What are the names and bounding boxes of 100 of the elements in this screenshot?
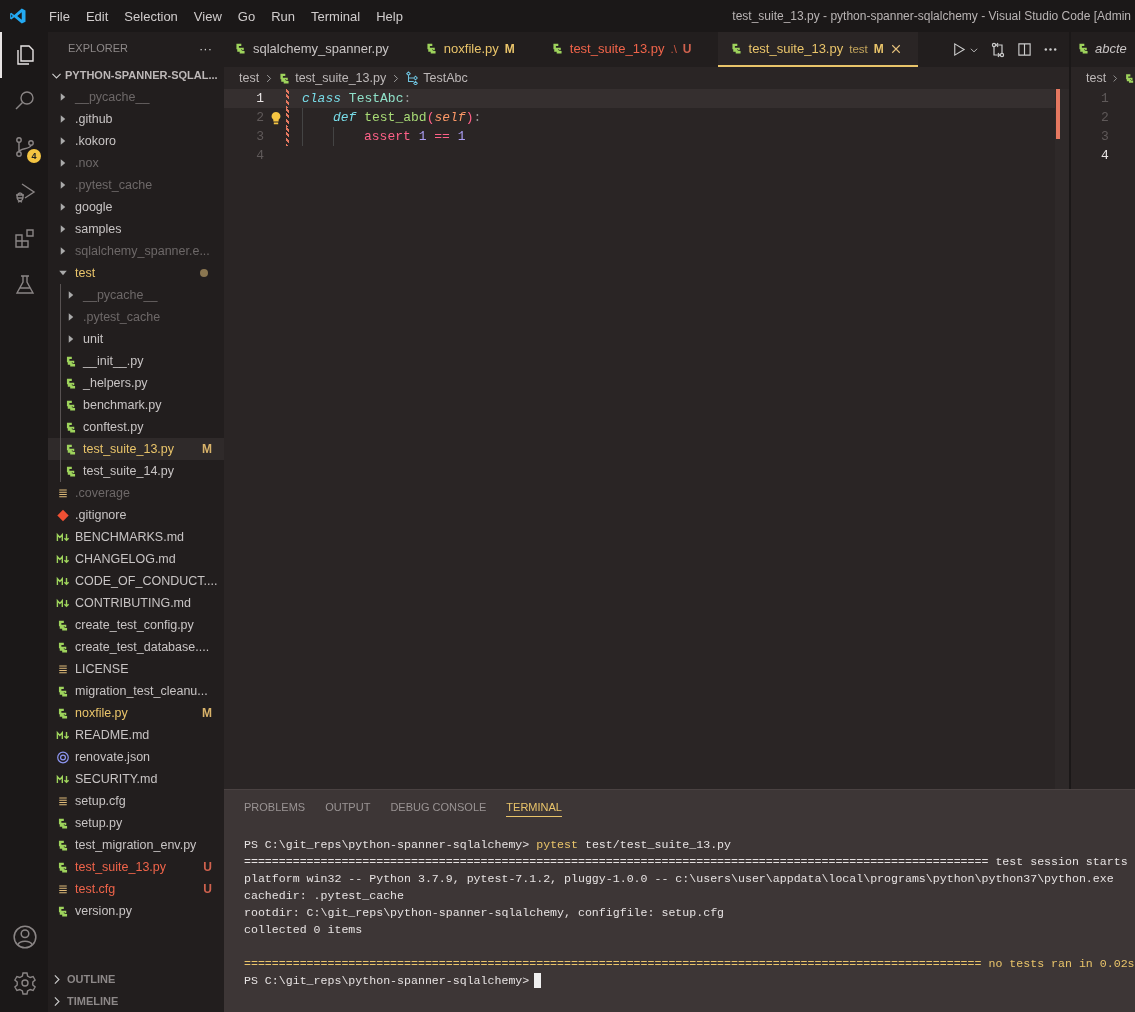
run-icon[interactable] [951,42,966,57]
file-tree-item[interactable]: test_suite_14.py [48,460,224,482]
lines-icon [56,795,70,807]
file-tree-item[interactable]: renovate.json [48,746,224,768]
settings-icon[interactable] [13,971,37,995]
overview-ruler[interactable] [1055,89,1069,789]
file-tree-item[interactable]: __init__.py [48,350,224,372]
line-number: 4 [1101,147,1110,165]
file-tree-item[interactable]: CONTRIBUTING.md [48,592,224,614]
modified-dot-icon [200,269,208,277]
file-tree-item[interactable]: .kokoro [48,130,224,152]
python-file-icon [56,904,70,918]
file-tree-item[interactable]: test_suite_13.py M [48,438,224,460]
python-file-icon [56,838,70,852]
python-file-icon [1123,71,1135,85]
panel-tab[interactable]: PROBLEMS [244,797,306,817]
file-tree-item[interactable]: unit [48,328,224,350]
file-tree-item[interactable]: setup.py [48,812,224,834]
python-file-icon [56,684,70,698]
editor-tab[interactable]: test_suite_13.py .\ U [540,32,718,67]
folder-section-header[interactable]: PYTHON-SPANNER-SQLAL... [48,64,224,86]
editor-tab[interactable]: test_suite_13.py test M [717,32,918,67]
panel-tab[interactable]: TERMINAL [506,797,562,817]
python-file-icon [64,398,78,412]
lightbulb-icon[interactable] [269,110,283,125]
file-tree-item[interactable]: LICENSE [48,658,224,680]
menu-item[interactable]: Terminal [303,8,369,24]
python-file-icon [56,618,70,632]
account-icon[interactable] [12,924,38,950]
file-tree-item[interactable]: BENCHMARKS.md [48,526,224,548]
file-tree-item[interactable]: SECURITY.md [48,768,224,790]
section-header[interactable]: OUTLINE [48,968,224,990]
file-tree-item[interactable]: .github [48,108,224,130]
file-tree-item[interactable]: migration_test_cleanu... [48,680,224,702]
breadcrumb-item[interactable]: test [1086,71,1107,85]
lines-icon [56,487,70,499]
menu-item[interactable]: Go [229,8,264,24]
terminal-line: cachedir: .pytest_cache [244,889,405,902]
terminal-line: collected 0 items [244,923,363,936]
code-line: assert 1 == 1 [364,129,466,144]
python-file-icon [424,42,438,55]
file-tree-item[interactable]: test_suite_13.py U [48,856,224,878]
markdown-file-icon [56,553,70,565]
file-tree-item[interactable]: CODE_OF_CONDUCT.... [48,570,224,592]
file-tree-item[interactable]: samples [48,218,224,240]
activity-item[interactable]: 4 [0,124,48,170]
terminal-line: platform win32 -- Python 3.7.9, pytest-7.1.2, pluggy-1.0.0 -- c:\users\user\appdata\local\programs\python\python37\python.exe [244,872,1114,885]
python-file-icon [56,816,70,830]
menu-item[interactable]: Selection [116,8,186,24]
python-file-icon [64,420,78,434]
file-tree-item[interactable]: create_test_database.... [48,636,224,658]
python-file-icon [64,442,78,456]
breadcrumb-item[interactable]: TestAbc [405,71,468,85]
markdown-file-icon [56,531,70,543]
file-tree-item[interactable]: test_migration_env.py [48,834,224,856]
ring-icon [56,750,70,764]
menu-item[interactable]: View [185,8,230,24]
file-tree-item[interactable]: README.md [48,724,224,746]
file-tree-item[interactable]: version.py [48,900,224,922]
python-file-icon [64,464,78,478]
editor-tab[interactable]: sqlalchemy_spanner.py [224,32,415,67]
code-line: class TestAbc: [302,91,412,106]
breadcrumb-item[interactable]: test [239,71,260,85]
change-marker [1056,89,1060,139]
lines-icon [56,663,70,675]
file-tree-item[interactable]: CHANGELOG.md [48,548,224,570]
file-tree-item[interactable]: setup.cfg [48,790,224,812]
split-editor-icon[interactable] [1017,42,1032,57]
compare-changes-icon[interactable] [990,41,1006,58]
file-tree-item[interactable]: noxfile.py M [48,702,224,724]
python-file-icon [56,860,70,874]
file-tree-item[interactable]: .gitignore [48,504,224,526]
extensions-icon [13,227,37,251]
terminal-line: =========================================================================================================== test session starts [244,855,1128,868]
window-title: test_suite_13.py - python-spanner-sqlalchemy - Visual Studio Code [Admin [731,9,1132,23]
file-tree-item[interactable]: conftest.py [48,416,224,438]
class-symbol-icon [405,71,420,85]
menu-item[interactable]: Run [263,8,303,24]
panel-tab[interactable]: DEBUG CONSOLE [390,797,487,817]
menu-item[interactable]: Help [368,8,411,24]
editor-tab[interactable]: noxfile.py M [414,32,541,67]
more-actions-button[interactable]: ··· [199,40,212,56]
section-header[interactable]: TIMELINE [48,990,224,1012]
menu-item[interactable]: Edit [77,8,117,24]
file-tree-item[interactable]: create_test_config.py [48,614,224,636]
source-control-icon [13,135,37,159]
python-file-icon [64,354,78,368]
close-icon[interactable] [889,42,902,55]
file-tree-item[interactable]: _helpers.py [48,372,224,394]
terminal-line: PS C:\git_reps\python-spanner-sqlalchemy> pytest test/test_suite_13.py [244,838,732,851]
sidebar-title: EXPLORER [68,42,128,54]
count-badge: 4 [27,149,41,163]
file-tree-item[interactable]: test [48,262,224,284]
file-tree-item[interactable]: google [48,196,224,218]
breadcrumb-item[interactable]: test_suite_13.py [278,71,387,85]
file-tree-item[interactable]: test.cfg U [48,878,224,900]
terminal-line: rootdir: C:\git_reps\python-spanner-sqlalchemy, configfile: setup.cfg [244,906,725,919]
menu-item[interactable]: File [41,8,78,24]
panel-tab[interactable]: OUTPUT [325,797,371,817]
file-tree-item[interactable]: benchmark.py [48,394,224,416]
